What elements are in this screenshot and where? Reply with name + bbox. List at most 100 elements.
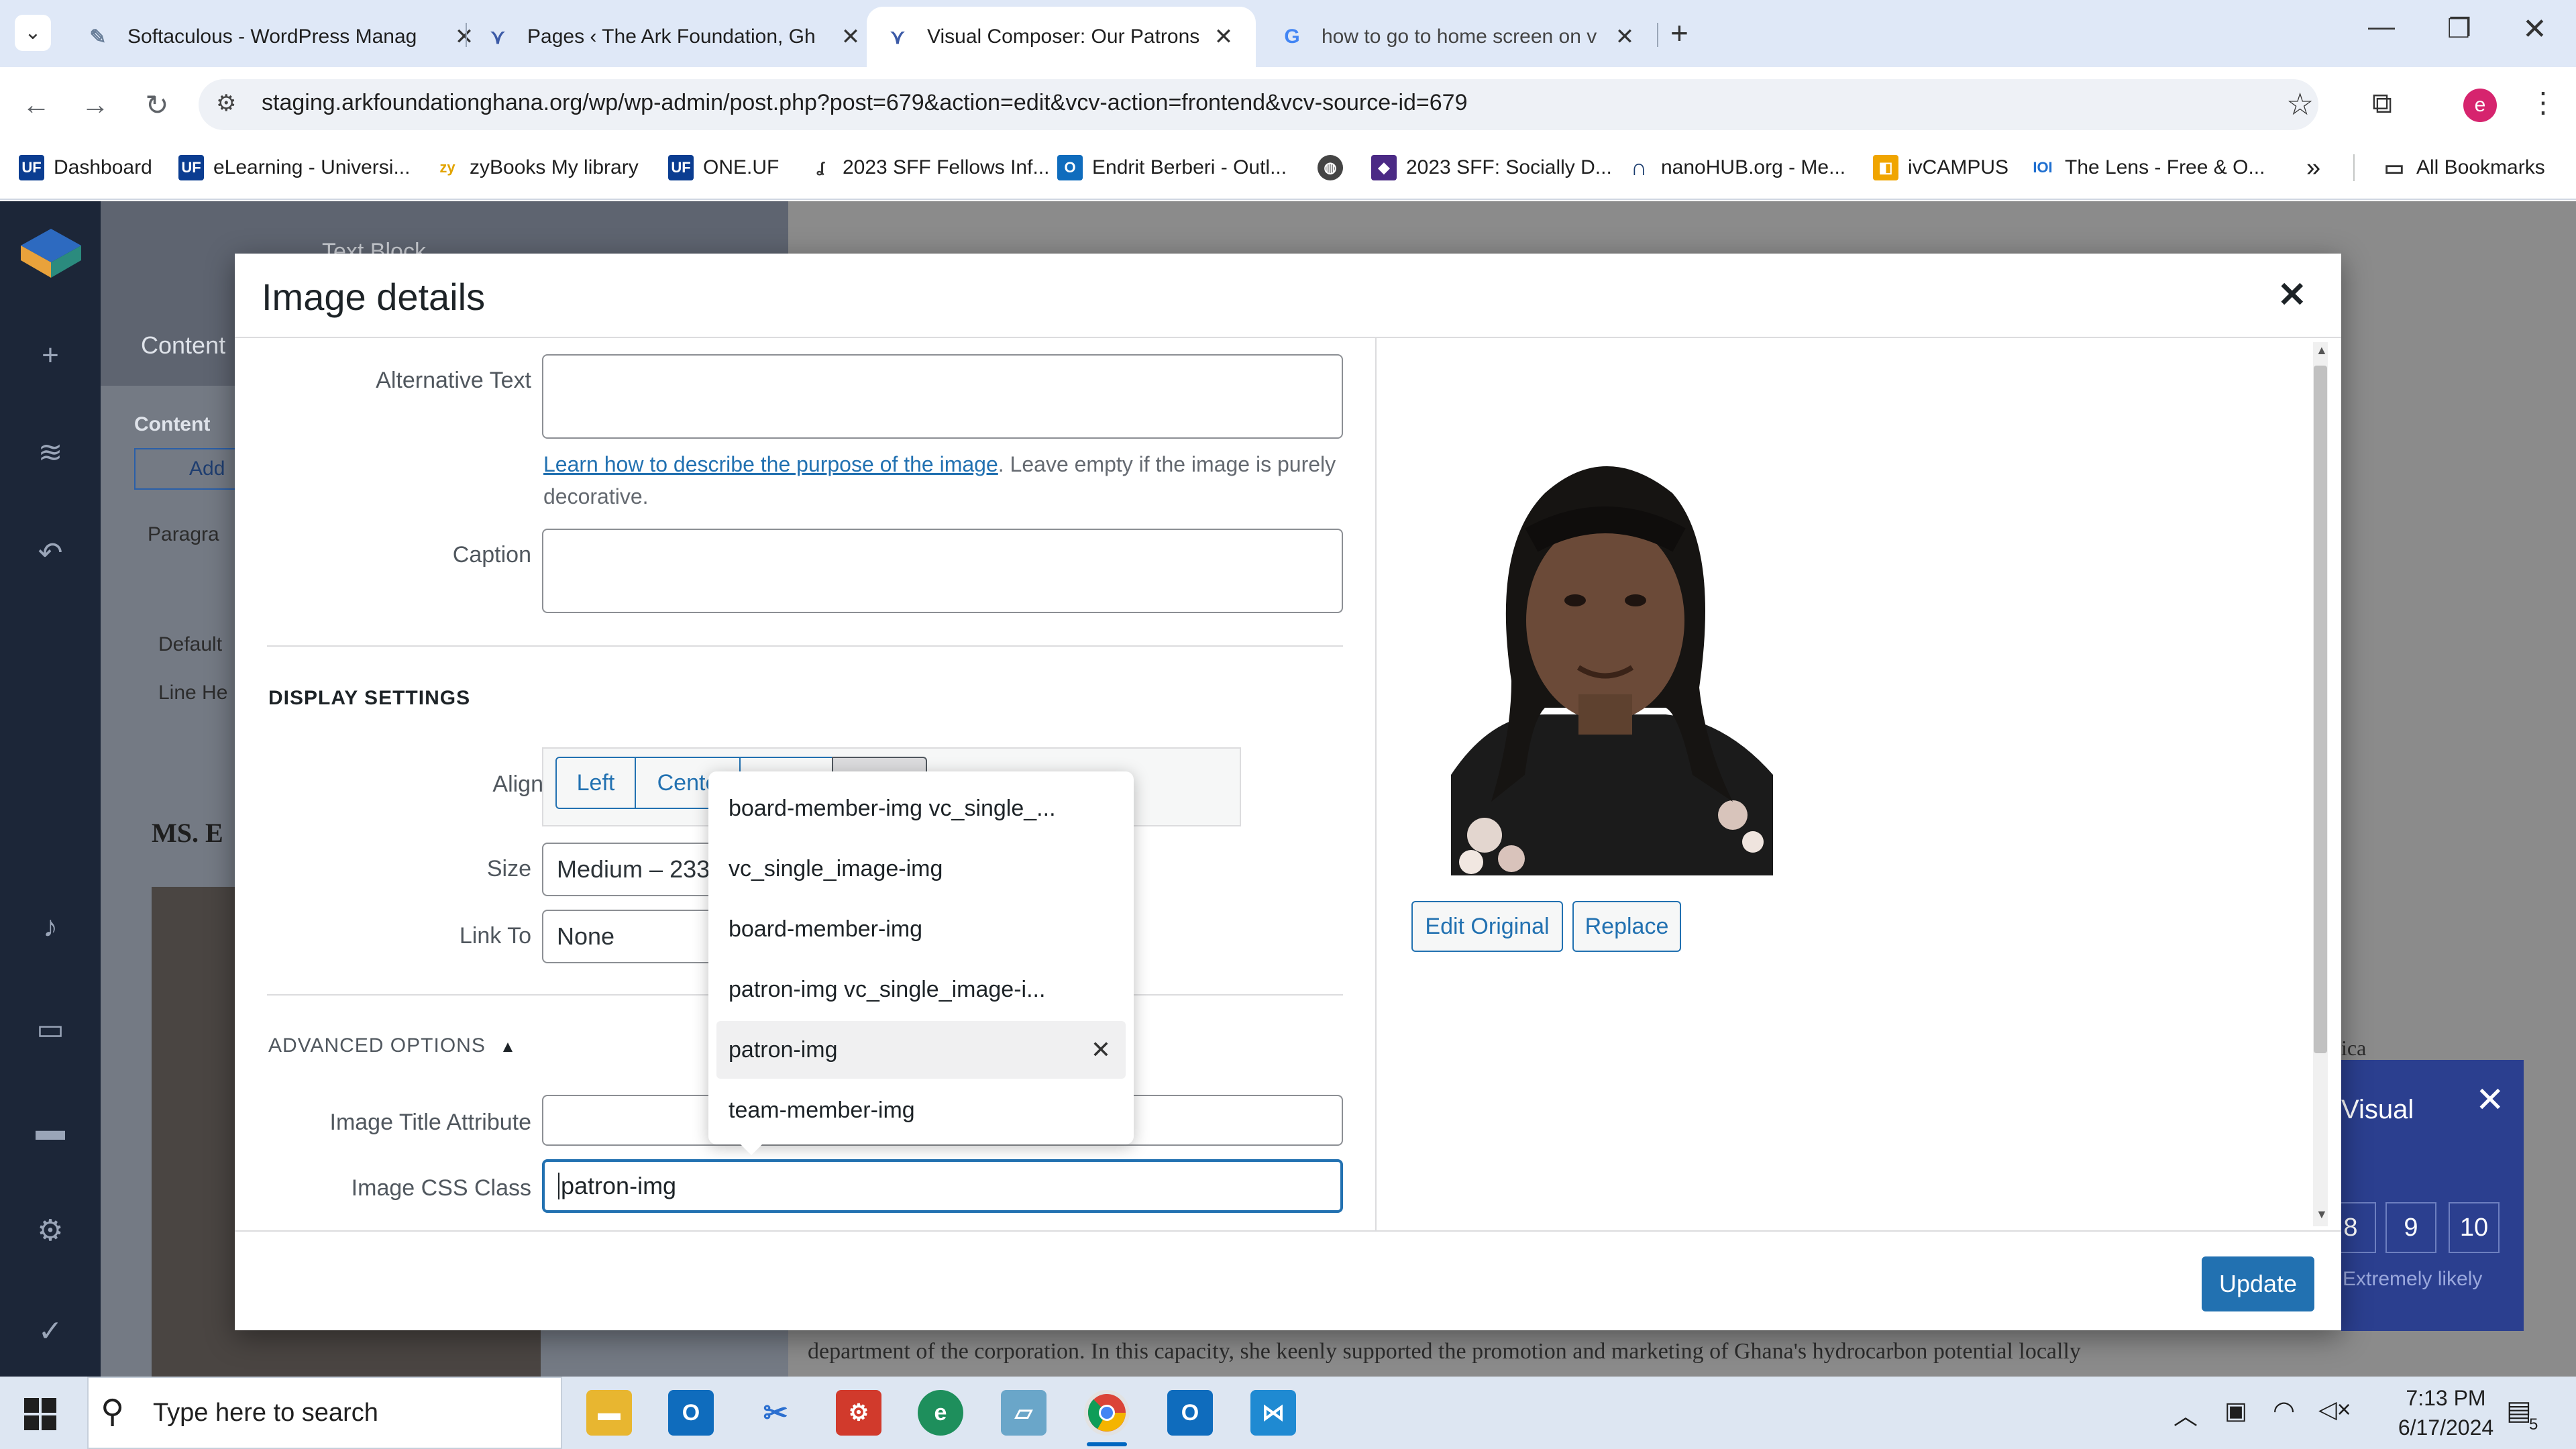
suggestion-item[interactable]: board-member-img vc_single_... [716,780,1126,837]
edge-icon[interactable]: e [918,1390,963,1436]
modal-close-button[interactable]: ✕ [2277,275,2307,315]
bookmark-globe[interactable]: ◍ [1318,153,1352,182]
close-icon[interactable]: ✕ [1611,23,1638,50]
close-icon[interactable]: ✕ [837,23,864,50]
profile-avatar[interactable]: e [2463,89,2497,122]
bookmark-the-lens[interactable]: IOI The Lens - Free & O... [2030,153,2265,182]
google-icon: G [1284,25,1300,48]
bookmark-star-icon[interactable]: ☆ [2286,86,2314,122]
survey-score-9[interactable]: 9 [2385,1202,2436,1253]
speaker-muted-icon[interactable]: ◁× [2318,1395,2351,1424]
alt-text-field[interactable] [542,354,1343,439]
bookmark-zybooks[interactable]: zy zyBooks My library [435,153,638,182]
alt-help-link[interactable]: Learn how to describe the purpose of the… [543,452,998,476]
close-icon[interactable]: ✕ [1210,23,1237,50]
survey-likely-label: Extremely likely [2343,1268,2483,1290]
back-button[interactable]: ← [16,89,56,121]
tab-search-button[interactable]: ⌄ [15,15,51,51]
publish-check-icon[interactable]: ✓ [34,1315,67,1348]
vscode-icon[interactable]: ⋈ [1250,1390,1296,1436]
add-element-icon[interactable]: + [34,339,67,372]
undo-icon[interactable]: ↶ [34,537,67,570]
bookmark-nanohub[interactable]: ∩ nanoHUB.org - Me... [1626,153,1845,182]
tab-visual-composer[interactable]: ⋎ Visual Composer: Our Patrons ✕ [867,7,1256,67]
link-to-label: Link To [459,923,531,949]
clock-time[interactable]: 7:13 PM [2379,1386,2513,1411]
new-tab-button[interactable]: + [1670,15,1688,51]
bookmark-one-uf[interactable]: UF ONE.UF [668,153,779,182]
align-left-button[interactable]: Left [555,757,636,809]
meet-icon[interactable]: ▣ [2224,1397,2247,1425]
align-label: Align [492,771,543,797]
forward-button[interactable]: → [75,89,115,121]
replace-button[interactable]: Replace [1572,901,1681,952]
section-divider [267,645,1343,647]
start-windows-icon[interactable] [24,1398,56,1430]
alt-text-label: Alternative Text [376,368,531,393]
remove-suggestion-icon[interactable]: ✕ [1091,1036,1111,1064]
default-select[interactable]: Default [158,633,222,656]
suggestion-item[interactable]: vc_single_image-img [716,840,1126,898]
bookmark-elearning[interactable]: UF eLearning - Universi... [178,153,410,182]
scroll-up-arrow-icon[interactable]: ▲ [2316,343,2328,358]
suggestion-item-selected[interactable]: patron-img ✕ [716,1021,1126,1079]
layout-icon[interactable]: ▬ [34,1114,67,1147]
panel-section-label: Content [134,413,211,435]
url-text[interactable]: staging.arkfoundationghana.org/wp/wp-adm… [262,90,1467,116]
panel-add-media-button[interactable]: Add [134,448,241,490]
chrome-menu-icon[interactable]: ⋮ [2529,86,2557,119]
vc-logo-icon[interactable] [17,225,85,279]
advanced-options-toggle[interactable]: ADVANCED OPTIONS ▲ [268,1034,517,1057]
tab-separator [1657,23,1658,47]
tab-pages[interactable]: ⋎ Pages ‹ The Ark Foundation, Gh ✕ [467,7,883,67]
tab-softaculous[interactable]: ✎ Softaculous - WordPress Manag ✕ [67,7,496,67]
window-close-button[interactable]: ✕ [2522,12,2547,46]
snipping-tool-icon[interactable]: ✂ [753,1390,798,1436]
panel-tab-content[interactable]: Content [141,331,225,360]
paragraph-select[interactable]: Paragra [148,523,219,546]
wifi-icon[interactable]: ◠ [2273,1395,2295,1426]
survey-title: Visual [2341,1095,2414,1124]
clock-date[interactable]: 6/17/2024 [2379,1415,2513,1440]
survey-score-10[interactable]: 10 [2449,1202,2500,1253]
suggestion-item[interactable]: team-member-img [716,1081,1126,1139]
scroll-down-arrow-icon[interactable]: ▼ [2316,1208,2328,1222]
settings-gear-icon[interactable]: ⚙ [34,1214,67,1248]
chrome-icon[interactable] [1084,1390,1130,1436]
layers-icon[interactable]: ≋ [34,436,67,470]
bookmark-dashboard[interactable]: UF Dashboard [19,153,152,182]
restore-button[interactable]: ❐ [2447,13,2471,44]
chevron-up-icon[interactable]: ︿ [2174,1397,2198,1432]
tab-title: Pages ‹ The Ark Foundation, Gh [527,25,816,48]
suggestion-item[interactable]: board-member-img [716,900,1126,958]
reload-button[interactable]: ↻ [137,89,177,121]
bookmark-ivcampus[interactable]: ◧ ivCAMPUS [1873,153,2008,182]
bookmark-sff-socially[interactable]: ◆ 2023 SFF: Socially D... [1371,153,1612,182]
update-button[interactable]: Update [2202,1256,2314,1311]
edit-original-button[interactable]: Edit Original [1411,901,1563,952]
file-explorer-icon[interactable]: ▬ [586,1390,632,1436]
bell-icon[interactable]: ♪ [34,910,67,944]
monitor-icon[interactable]: ▭ [34,1013,67,1046]
outlook-new-icon[interactable]: O [1167,1390,1213,1436]
bookmark-outlook[interactable]: O Endrit Berberi - Outl... [1057,153,1287,182]
taskbar-search-box[interactable]: Type here to search [87,1377,562,1449]
survey-close-icon[interactable]: ✕ [2475,1080,2505,1120]
site-info-icon[interactable]: ⚙ [216,90,236,117]
suggestion-item[interactable]: patron-img vc_single_image-i... [716,961,1126,1018]
line-height-select[interactable]: Line He [158,682,227,704]
caption-label: Caption [452,542,531,568]
app-gear-icon[interactable]: ⚙ [836,1390,881,1436]
minimize-button[interactable]: — [2368,12,2395,42]
caption-field[interactable] [542,529,1343,613]
extensions-icon[interactable]: ⧉ [2372,87,2392,120]
outlook-icon[interactable]: O [668,1390,714,1436]
all-bookmarks-button[interactable]: ▭ All Bookmarks [2381,153,2545,182]
bookmark-sff-fellows[interactable]: ʆ 2023 SFF Fellows Inf... [808,153,1049,182]
more-bookmarks-chevron-icon[interactable]: » [2306,153,2320,182]
notification-center-icon[interactable]: ▤ [2506,1395,2532,1426]
css-class-field[interactable]: patron-img [542,1159,1343,1213]
tab-google[interactable]: G how to go to home screen on v ✕ [1261,7,1657,67]
modal-scrollbar-thumb[interactable] [2314,366,2327,1053]
notepad-icon[interactable]: ▱ [1001,1390,1046,1436]
